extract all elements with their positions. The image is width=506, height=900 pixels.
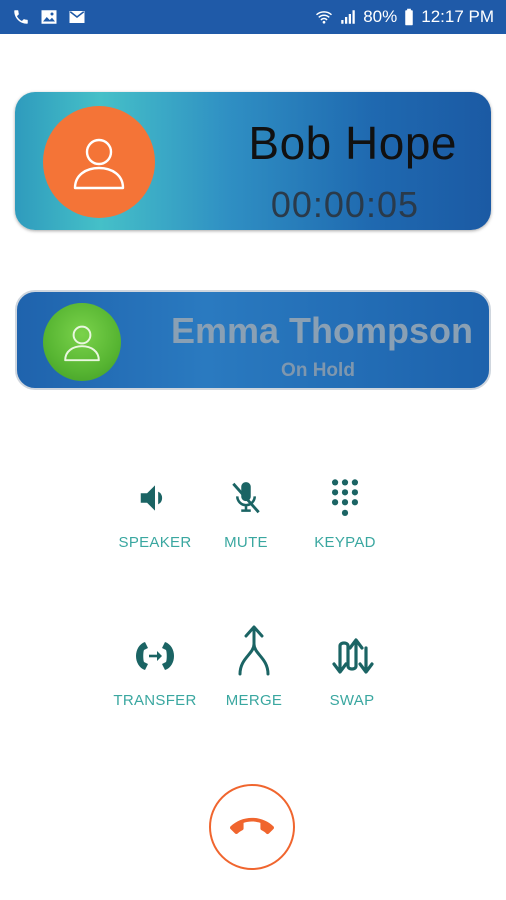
transfer-button[interactable]: TRANSFER bbox=[100, 636, 210, 709]
call-duration: 00:00:05 bbox=[270, 184, 419, 218]
swap-label: SWAP bbox=[329, 692, 375, 709]
battery-percent: 80% bbox=[363, 7, 398, 26]
mute-label: MUTE bbox=[224, 534, 268, 551]
person-icon bbox=[73, 138, 125, 190]
signal-icon bbox=[339, 8, 357, 26]
status-bar-system: 80% 12:17 PM bbox=[315, 7, 494, 27]
swap-icon bbox=[297, 636, 407, 676]
person-icon bbox=[64, 325, 100, 362]
merge-icon bbox=[199, 624, 309, 676]
gallery-icon bbox=[40, 8, 58, 26]
clock: 12:17 PM bbox=[421, 7, 494, 26]
held-call-card[interactable]: Emma Thompson On Hold bbox=[15, 290, 491, 390]
status-bar: 80% 12:17 PM bbox=[0, 0, 506, 34]
phone-icon bbox=[12, 8, 30, 26]
battery-icon bbox=[403, 8, 415, 26]
mute-icon bbox=[191, 478, 301, 518]
transfer-icon bbox=[100, 636, 210, 676]
end-call-button[interactable] bbox=[209, 784, 295, 870]
wifi-call-icon bbox=[315, 8, 333, 26]
mute-button[interactable]: MUTE bbox=[191, 478, 301, 551]
status-bar-notifications bbox=[12, 8, 86, 26]
keypad-button[interactable]: KEYPAD bbox=[290, 478, 400, 551]
transfer-label: TRANSFER bbox=[113, 692, 197, 709]
keypad-icon bbox=[290, 478, 400, 518]
merge-button[interactable]: MERGE bbox=[199, 624, 309, 709]
swap-button[interactable]: SWAP bbox=[297, 636, 407, 709]
mail-icon bbox=[68, 8, 86, 26]
caller-avatar bbox=[43, 106, 155, 218]
hold-status: On Hold bbox=[281, 360, 355, 381]
held-caller-name: Emma Thompson bbox=[170, 310, 473, 351]
active-call-card[interactable]: Bob Hope 00:00:05 bbox=[15, 92, 491, 230]
keypad-label: KEYPAD bbox=[314, 534, 376, 551]
merge-label: MERGE bbox=[225, 692, 283, 709]
end-call-icon bbox=[230, 817, 274, 835]
active-caller-name: Bob Hope bbox=[248, 117, 457, 169]
